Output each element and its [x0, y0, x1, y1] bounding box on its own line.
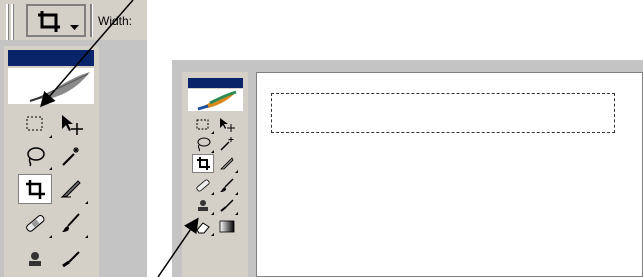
left-screenshot-panel: Width: [0, 0, 147, 277]
history-brush-tool-icon [220, 199, 234, 212]
clone-stamp-tool-icon [29, 252, 41, 266]
clone-stamp-tool-icon [198, 200, 208, 211]
healing-brush-tool-icon [196, 179, 210, 192]
lasso-tool-icon [27, 147, 45, 167]
slice-tool-icon [220, 157, 234, 170]
lasso-tool-button[interactable] [18, 142, 52, 170]
brush-tool-button[interactable] [216, 176, 238, 195]
move-tool-button[interactable] [216, 116, 238, 134]
toolbox-title-bar[interactable] [188, 78, 243, 88]
crop-tool-icon [197, 157, 210, 170]
grip-handle[interactable] [6, 4, 18, 40]
eraser-tool-icon [196, 222, 210, 234]
photoshop-logo[interactable] [188, 89, 243, 111]
crop-tool-button[interactable] [18, 174, 52, 204]
crop-icon [34, 9, 64, 39]
move-tool-icon [220, 118, 235, 132]
marquee-tool-icon [26, 116, 43, 131]
dropdown-arrow-icon [70, 18, 79, 36]
brush-tool-icon [62, 213, 80, 232]
width-label: Width: [98, 14, 133, 28]
magic-wand-tool-icon [62, 147, 79, 166]
slice-tool-icon [60, 180, 81, 198]
magic-wand-tool-icon [220, 137, 234, 151]
marquee-tool-button[interactable] [18, 110, 52, 138]
options-bar: Width: [0, 0, 147, 40]
magic-wand-tool-button[interactable] [216, 135, 238, 153]
history-brush-tool-button[interactable] [216, 196, 238, 215]
gradient-tool-icon [219, 220, 235, 233]
lasso-tool-button[interactable] [192, 135, 214, 153]
lasso-tool-icon [197, 137, 211, 152]
crop-selection-marquee[interactable] [271, 93, 615, 133]
gradient-tool-button[interactable] [216, 217, 238, 236]
marquee-tool-button[interactable] [192, 116, 214, 134]
history-brush-tool-icon [62, 251, 80, 268]
clone-stamp-tool-button[interactable] [192, 196, 214, 215]
slice-tool-button[interactable] [216, 154, 238, 173]
marquee-tool-icon [196, 119, 209, 130]
feather-icon [29, 72, 90, 102]
move-tool-icon [62, 115, 83, 135]
brush-tool-button[interactable] [54, 208, 88, 238]
toolbox-title-bar[interactable] [8, 50, 94, 66]
photoshop-logo[interactable] [8, 68, 94, 104]
healing-brush-tool-button[interactable] [192, 176, 214, 195]
magic-wand-tool-button[interactable] [54, 142, 88, 170]
healing-brush-tool-icon [26, 215, 45, 232]
crop-tool-preset-button[interactable] [26, 4, 86, 37]
right-screenshot-panel [172, 60, 643, 277]
right-toolbox [182, 72, 248, 277]
document-canvas[interactable] [256, 72, 643, 277]
healing-brush-tool-button[interactable] [18, 208, 52, 238]
clone-stamp-tool-button[interactable] [18, 244, 52, 274]
brush-tool-icon [220, 178, 234, 192]
feather-icon [197, 90, 237, 111]
slice-tool-button[interactable] [54, 174, 88, 204]
crop-tool-icon [26, 180, 45, 199]
left-toolbox [4, 46, 99, 277]
history-brush-tool-button[interactable] [54, 244, 88, 274]
move-tool-button[interactable] [54, 110, 88, 138]
crop-tool-button[interactable] [192, 154, 214, 173]
eraser-tool-button[interactable] [192, 217, 214, 236]
